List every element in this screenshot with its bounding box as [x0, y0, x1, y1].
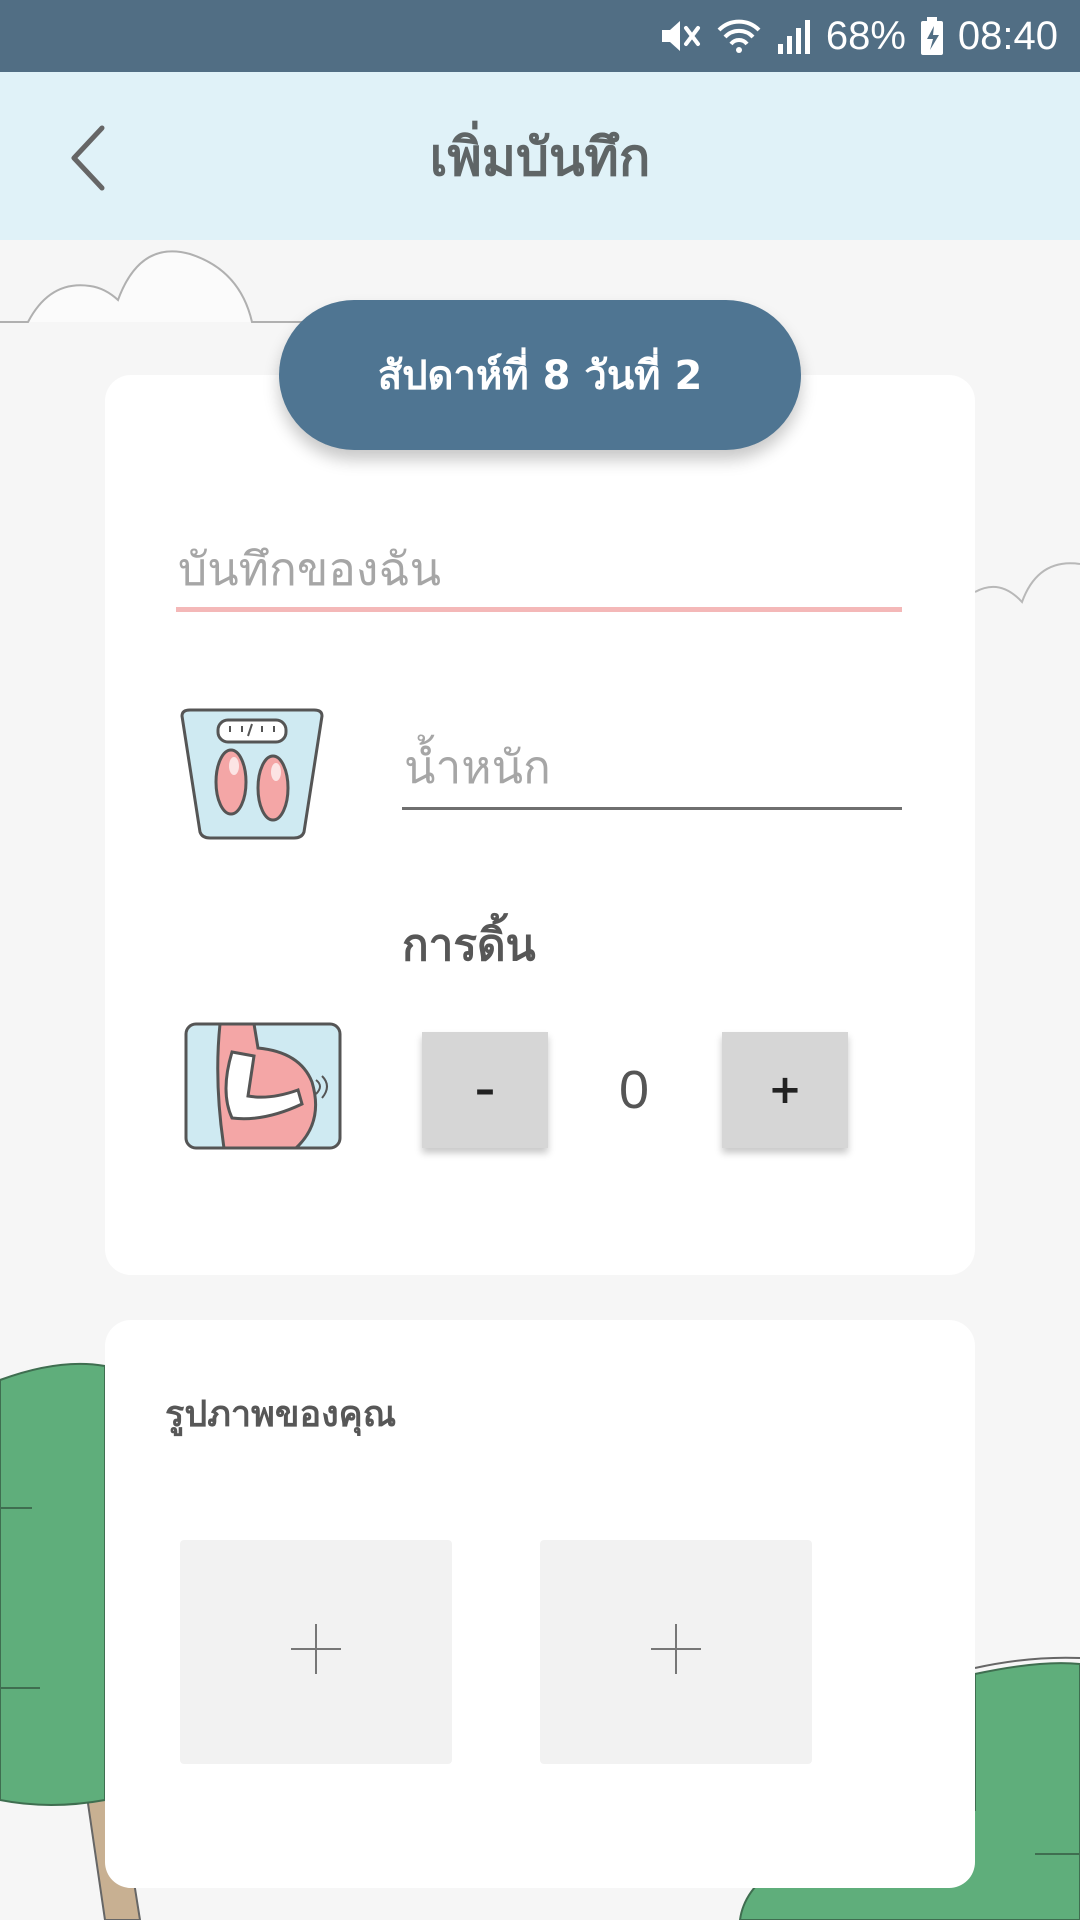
weight-input[interactable]: [402, 726, 902, 810]
week-day-badge: สัปดาห์ที่ 8 วันที่ 2: [279, 300, 801, 450]
cloud-right: [974, 562, 1080, 604]
plus-icon: [651, 1624, 701, 1674]
battery-percent: 68%: [825, 13, 906, 58]
decrement-button[interactable]: –: [422, 1032, 548, 1148]
increment-button[interactable]: +: [722, 1032, 848, 1148]
clock: 08:40: [957, 13, 1058, 58]
back-button[interactable]: [52, 116, 132, 196]
battery-charging-icon: [920, 16, 944, 56]
photos-label: รูปภาพของคุณ: [165, 1394, 397, 1435]
plus-icon: [291, 1624, 341, 1674]
pregnant-belly-icon: [184, 1022, 342, 1150]
kick-count: 0: [618, 1060, 650, 1120]
page-title: เพิ่มบันทึก: [429, 127, 651, 188]
status-bar: 68% 08:40: [0, 0, 1080, 72]
note-input[interactable]: [176, 530, 902, 612]
signal-icon: [776, 16, 812, 56]
app-header: เพิ่มบันทึก: [0, 72, 1080, 240]
add-photo-slot-2[interactable]: [540, 1540, 812, 1764]
mute-icon: [658, 16, 702, 56]
wifi-icon: [716, 16, 762, 56]
kick-label: การดิ้น: [402, 920, 536, 971]
add-photo-slot-1[interactable]: [180, 1540, 452, 1764]
scale-icon: [176, 708, 328, 842]
chevron-left-icon: [71, 125, 105, 191]
